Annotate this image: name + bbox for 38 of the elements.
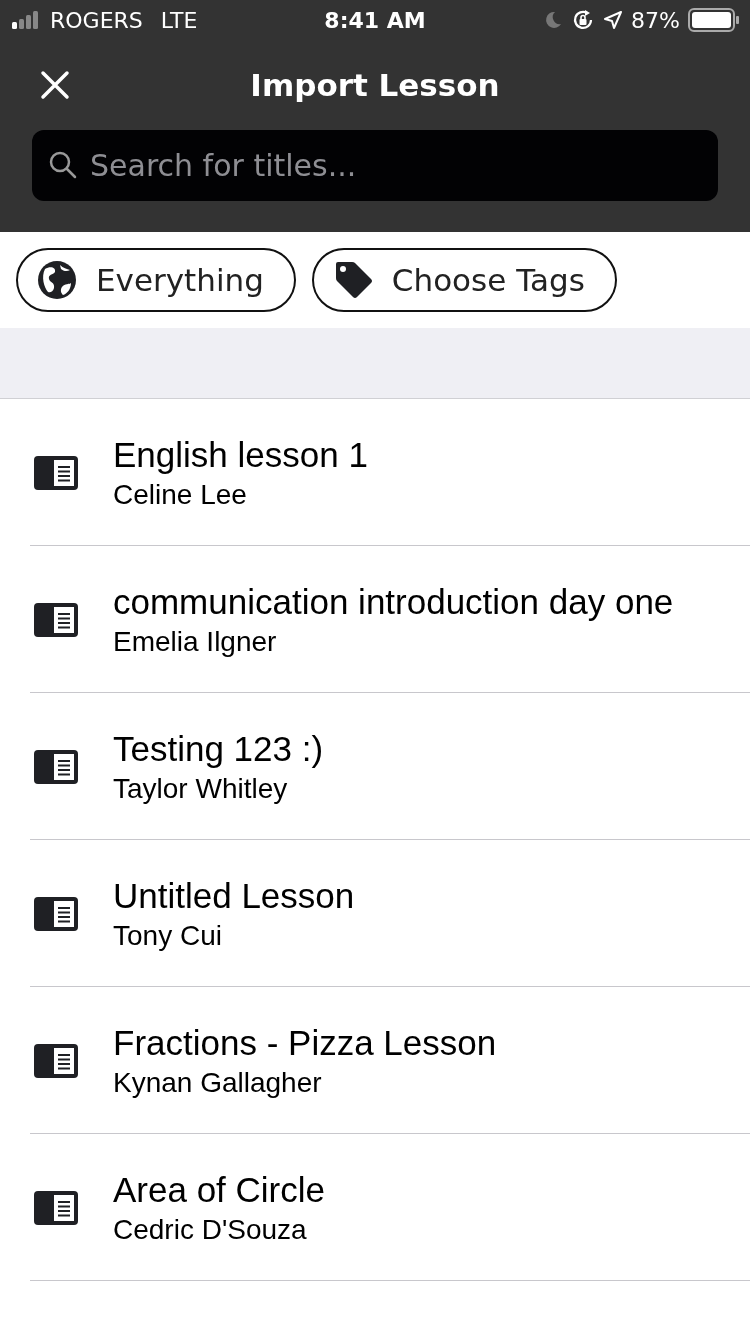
carrier-name: ROGERS (50, 7, 143, 33)
lesson-row[interactable]: English lesson 1 Celine Lee (0, 399, 750, 546)
document-icon (34, 1190, 78, 1225)
lesson-title: English lesson 1 (113, 434, 368, 475)
network-type: LTE (160, 7, 198, 33)
document-icon (34, 896, 78, 931)
filter-chip[interactable]: Choose Tags (311, 248, 617, 312)
battery-percent: 87% (631, 7, 680, 33)
lesson-row[interactable]: communication introduction day one Emelia Ilgner (0, 546, 750, 693)
lesson-row[interactable]: Untitled Lesson Tony Cui (0, 840, 750, 987)
location-icon (603, 10, 624, 30)
lesson-author: Emelia Ilgner (113, 625, 278, 658)
search-icon (48, 150, 78, 180)
lesson-title: Area of Circle (113, 1169, 326, 1210)
lesson-title: Fractions - Pizza Lesson (113, 1022, 497, 1063)
lesson-title: Untitled Lesson (113, 875, 355, 916)
document-icon (34, 749, 78, 784)
globe-icon (36, 259, 78, 301)
status-time: 8:41 AM (324, 7, 426, 33)
filter-chip[interactable]: Everything (16, 248, 296, 312)
lesson-row[interactable]: Fractions - Pizza Lesson Kynan Gallagher (0, 987, 750, 1134)
lesson-author: Taylor Whitley (113, 772, 289, 805)
lesson-row[interactable]: Testing 123 :) Taylor Whitley (0, 693, 750, 840)
lesson-author: Kynan Gallagher (113, 1066, 323, 1099)
screen-title: Import Lesson (250, 67, 500, 103)
document-icon (34, 602, 78, 637)
lesson-title: Testing 123 :) (113, 728, 324, 769)
document-icon (34, 1043, 78, 1078)
search-field[interactable]: Search for titles... (32, 130, 718, 201)
close-icon (40, 70, 70, 100)
lesson-author: Cedric D'Souza (113, 1213, 308, 1246)
battery-icon (688, 8, 740, 32)
document-icon (34, 455, 78, 490)
lesson-row[interactable]: Area of Circle Cedric D'Souza (0, 1134, 750, 1281)
lesson-author: Celine Lee (113, 478, 248, 511)
lesson-title: communication introduction day one (113, 581, 674, 622)
moon-icon (543, 10, 564, 30)
lesson-author: Tony Cui (113, 919, 223, 952)
